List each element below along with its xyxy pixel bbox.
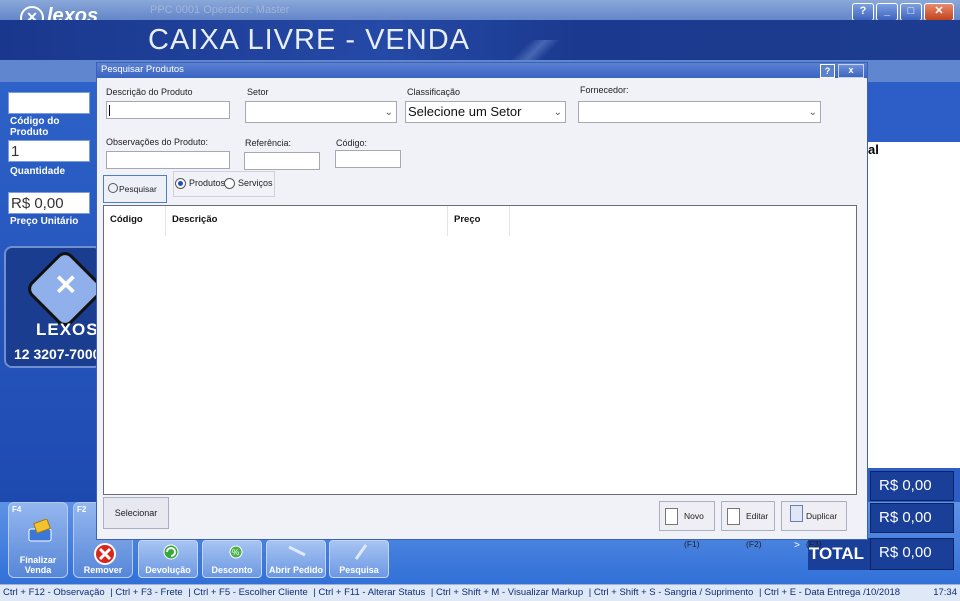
codigo-produto-input[interactable] — [8, 92, 90, 114]
quantidade-input[interactable]: 1 — [8, 140, 90, 162]
abrir-pedido-label: Abrir Pedido — [268, 565, 323, 575]
edit-document-icon — [727, 508, 740, 525]
abrir-pedido-button[interactable]: Abrir Pedido — [266, 540, 326, 578]
items-total-column: al — [868, 142, 960, 468]
pesquisa-label: Pesquisa — [339, 565, 379, 575]
chevron-down-icon: ⌄ — [384, 107, 393, 118]
shortcut-sangria: | Ctrl + Shift + S - Sangria / Supriment… — [588, 587, 754, 598]
clock: 17:34 — [933, 587, 957, 598]
shortcut-frete: | Ctrl + F3 - Frete — [110, 587, 183, 598]
referencia-label: Referência: — [245, 138, 292, 148]
maximize-button[interactable]: □ — [900, 3, 922, 21]
shortcut-observacao: Ctrl + F12 - Observação — [3, 587, 105, 598]
cash-register-icon — [28, 519, 52, 542]
grid-header-codigo[interactable]: Código — [104, 206, 166, 236]
fornecedor-select[interactable]: ⌄ — [578, 101, 821, 123]
arrow-indicator: > — [794, 540, 800, 551]
f4-key-label: F4 — [12, 505, 22, 514]
dialog-titlebar: Pesquisar Produtos ? x — [97, 63, 867, 78]
dialog-help-button[interactable]: ? — [820, 64, 835, 78]
order-icon — [288, 545, 306, 557]
codigo-label: Código: — [336, 138, 368, 148]
duplicar-button[interactable]: Duplicar (F3) — [781, 501, 847, 549]
descricao-label: Descrição do Produto — [106, 87, 193, 97]
devolucao-label: Devolução — [145, 565, 191, 575]
pesquisar-produtos-dialog: Pesquisar Produtos ? x Descrição do Prod… — [96, 62, 868, 549]
lexos-logo-panel: LEXOS 12 3207-7000 — [4, 246, 107, 368]
radio-produtos-label: Produtos — [189, 178, 226, 188]
observacoes-label: Observações do Produto: — [106, 137, 209, 147]
remover-label: Remover — [83, 565, 123, 575]
help-button[interactable]: ? — [852, 3, 874, 21]
logo-brand: LEXOS — [36, 320, 99, 339]
phone-number: 12 3207-7000 — [14, 346, 101, 362]
radio-servicos[interactable]: Serviços — [224, 175, 273, 195]
pesquisar-button[interactable]: Pesquisar — [103, 175, 167, 203]
total-column-header: al — [868, 142, 879, 157]
page-title: CAIXA LIVRE - VENDA — [148, 24, 470, 56]
operator-info: PPC 0001 Operador: Master — [150, 4, 290, 16]
shortcut-markup: | Ctrl + Shift + M - Visualizar Markup — [430, 587, 584, 598]
classificacao-label: Classificação — [407, 87, 461, 97]
amount-2: R$ 0,00 — [870, 503, 954, 533]
referencia-input[interactable] — [244, 152, 320, 170]
remove-icon — [94, 543, 116, 565]
pencil-icon — [354, 544, 368, 560]
banner — [0, 20, 960, 82]
search-icon — [108, 183, 118, 193]
classificacao-value: Selecione um Setor — [408, 104, 522, 119]
codigo-input[interactable] — [335, 150, 401, 168]
left-panel: Código do Produto 1 Quantidade R$ 0,00 P… — [0, 82, 107, 502]
amount-1: R$ 0,00 — [870, 471, 954, 501]
classificacao-select[interactable]: Selecione um Setor ⌄ — [405, 101, 566, 123]
radio-selected-icon — [175, 178, 186, 190]
dialog-close-button[interactable]: x — [838, 64, 864, 78]
products-grid[interactable]: Código Descrição Preço — [103, 205, 857, 495]
new-document-icon — [665, 508, 678, 525]
preco-unitario-input[interactable]: R$ 0,00 — [8, 192, 90, 214]
dialog-title: Pesquisar Produtos — [101, 64, 184, 75]
shortcut-status: | Ctrl + F11 - Alterar Status — [313, 587, 426, 598]
window-controls: ? _ □ ✕ — [852, 3, 954, 21]
svg-text:%: % — [232, 548, 239, 557]
descricao-input[interactable] — [106, 101, 230, 119]
shortcut-data-entrega: | Ctrl + E - Data Entrega /10/2018 — [758, 587, 901, 598]
finalizar-venda-button[interactable]: F4 Finalizar Venda — [8, 502, 68, 578]
status-bar: Ctrl + F12 - Observação | Ctrl + F3 - Fr… — [0, 584, 960, 601]
lexos-logo-icon — [23, 247, 107, 331]
finalizar-label: Finalizar Venda — [19, 555, 57, 575]
desconto-button[interactable]: % Desconto — [202, 540, 262, 578]
editar-button[interactable]: Editar (F2) — [721, 501, 775, 549]
grid-header-descricao[interactable]: Descrição — [166, 206, 448, 236]
setor-select[interactable]: ⌄ — [245, 101, 397, 123]
fornecedor-label: Fornecedor: — [580, 85, 629, 95]
desconto-label: Desconto — [211, 565, 253, 575]
preco-unitario-label: Preço Unitário — [10, 216, 79, 227]
quantidade-label: Quantidade — [10, 166, 66, 177]
novo-button[interactable]: Novo (F1) — [659, 501, 715, 549]
grid-header-preco[interactable]: Preço — [448, 206, 510, 236]
chevron-down-icon: ⌄ — [808, 107, 817, 118]
radio-produtos[interactable]: Produtos — [175, 175, 225, 195]
radio-unselected-icon — [224, 178, 235, 190]
duplicate-icon — [790, 505, 803, 522]
radio-servicos-label: Serviços — [238, 178, 273, 188]
total-value: R$ 0,00 — [870, 538, 954, 570]
devolucao-button[interactable]: Devolução — [138, 540, 198, 578]
refresh-icon — [163, 544, 179, 560]
close-button[interactable]: ✕ — [924, 3, 954, 21]
observacoes-input[interactable] — [106, 151, 230, 169]
discount-icon: % — [229, 545, 243, 559]
selecionar-button[interactable]: Selecionar — [103, 497, 169, 529]
pesquisa-button[interactable]: Pesquisa — [329, 540, 389, 578]
minimize-button[interactable]: _ — [876, 3, 898, 21]
setor-label: Setor — [247, 87, 269, 97]
f2-key-label: F2 — [77, 505, 87, 514]
codigo-produto-label: Código do Produto — [10, 116, 60, 138]
pesquisar-label: Pesquisar — [119, 184, 157, 194]
chevron-down-icon: ⌄ — [553, 107, 562, 118]
shortcut-cliente: | Ctrl + F5 - Escolher Cliente — [188, 587, 308, 598]
